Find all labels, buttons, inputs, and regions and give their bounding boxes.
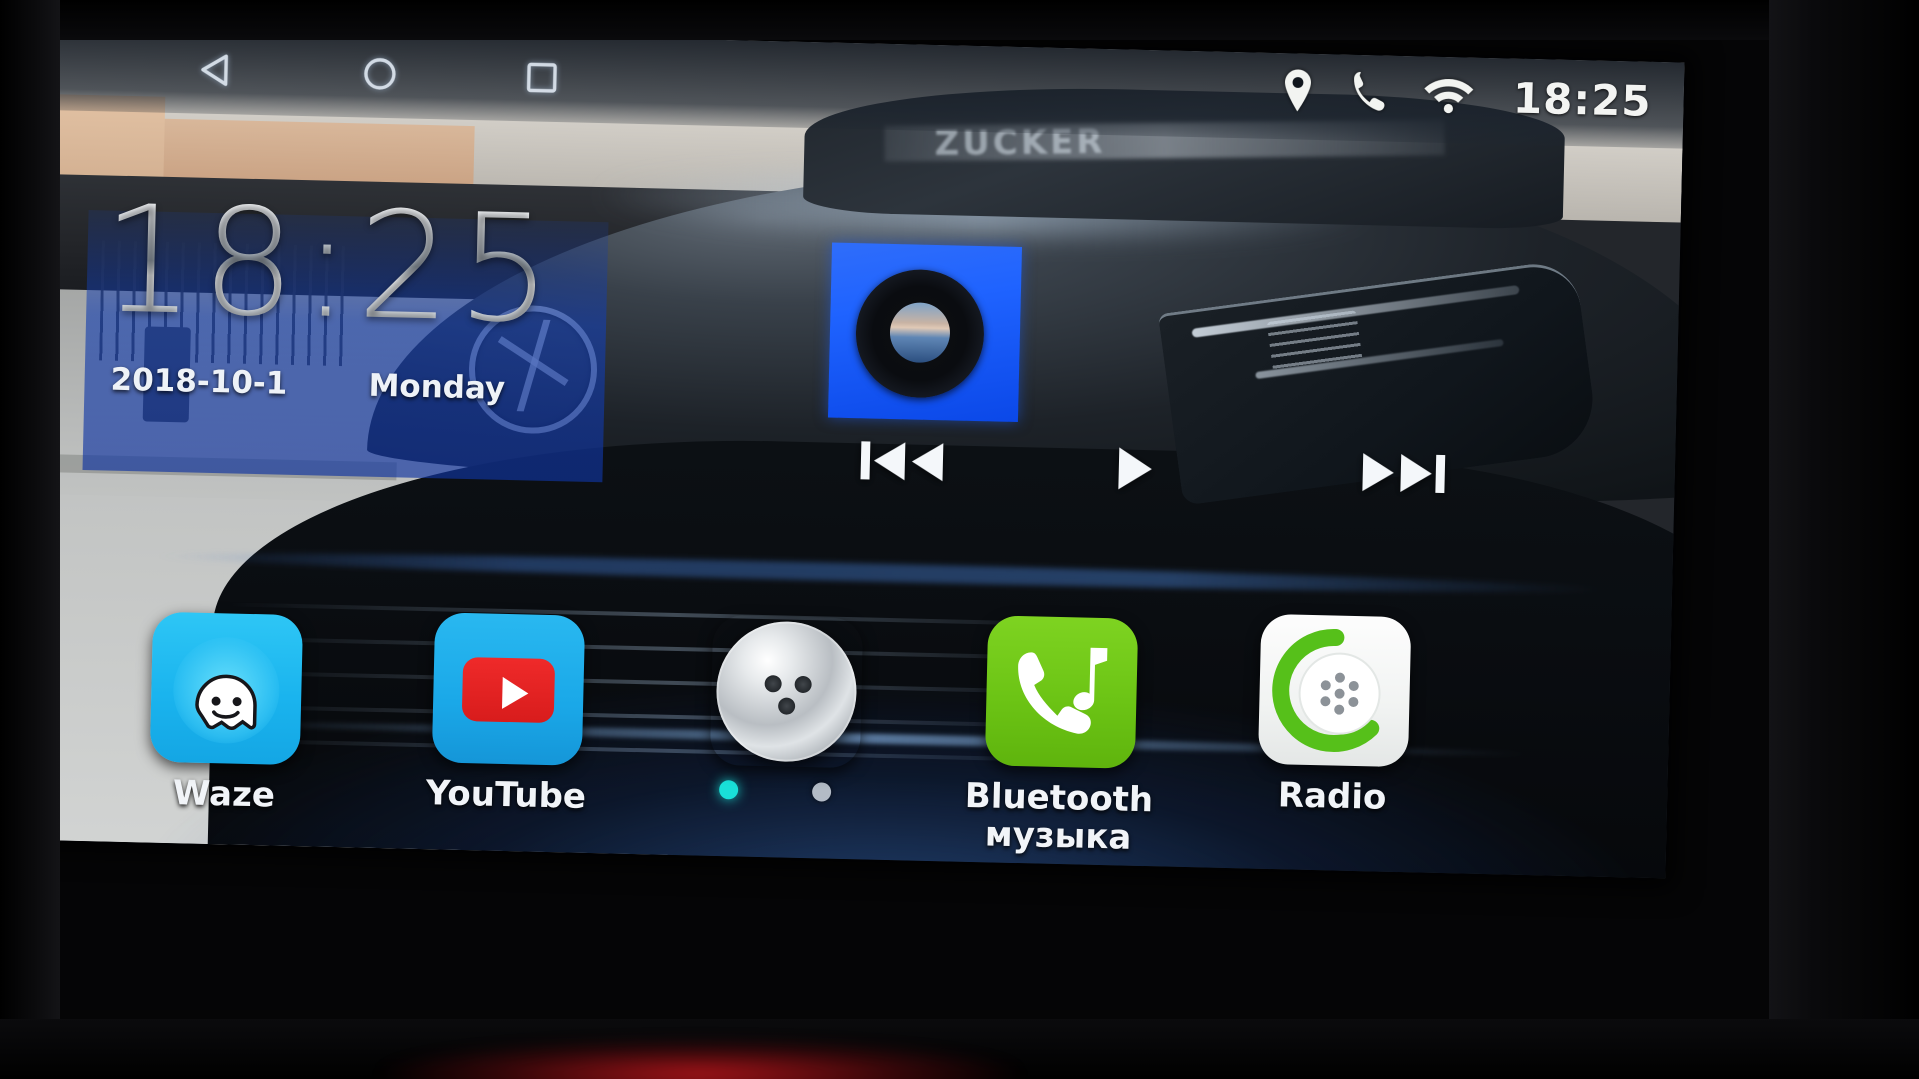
phone-music-note-icon — [984, 615, 1139, 769]
app-waze[interactable]: Waze — [128, 611, 323, 816]
status-icons: 18:25 — [1280, 67, 1652, 127]
location-icon — [1280, 67, 1315, 119]
app-drawer-disc-icon — [710, 615, 863, 768]
home-nav-button[interactable] — [357, 51, 402, 101]
bezel-right — [1769, 0, 1919, 1079]
app-bluetooth-music[interactable]: Bluetooth музыка — [963, 615, 1159, 858]
album-art[interactable] — [827, 242, 1023, 422]
app-youtube[interactable]: YouTube — [411, 612, 606, 817]
navigation-bar — [195, 48, 564, 106]
app-label-waze: Waze — [172, 773, 276, 816]
clock-widget-weekday: Monday — [368, 367, 506, 407]
wifi-icon — [1422, 72, 1475, 120]
app-label-radio: Radio — [1277, 775, 1387, 818]
head-unit-screen: ZUCKER 18:25 18:25 2018-10-1 Monday Waze… — [27, 24, 1685, 879]
waze-icon — [149, 611, 304, 766]
next-track-button[interactable] — [1356, 448, 1449, 503]
youtube-icon — [431, 612, 586, 766]
status-bar-clock: 18:25 — [1512, 73, 1653, 126]
back-nav-button[interactable] — [195, 48, 240, 98]
app-radio[interactable]: Radio — [1237, 613, 1432, 818]
recents-nav-button[interactable] — [519, 55, 564, 105]
vinyl-center-image — [889, 301, 951, 364]
app-dock: Waze YouTube Bluetooth музыка Radio — [28, 599, 1671, 879]
app-label-youtube: YouTube — [425, 773, 587, 817]
clock-widget-date: 2018-10-1 — [110, 361, 288, 402]
app-drawer[interactable] — [689, 614, 883, 780]
bezel-top — [0, 0, 1919, 40]
brand-glow — [380, 1039, 1020, 1079]
phone-icon — [1348, 69, 1389, 121]
radio-dial-icon — [1257, 613, 1412, 768]
app-label-drawer — [689, 776, 879, 780]
head-unit-photo: ZUCKER 18:25 18:25 2018-10-1 Monday Waze… — [0, 0, 1919, 1079]
vinyl-record-icon — [854, 268, 986, 400]
app-label-bluetooth: Bluetooth — [964, 775, 1154, 821]
app-label-bluetooth-line2: музыка — [984, 814, 1132, 858]
play-button[interactable] — [1106, 442, 1159, 500]
bezel-left — [0, 0, 60, 1079]
clock-widget-time: 18:25 — [99, 173, 560, 357]
media-player-widget — [676, 224, 1562, 505]
previous-track-button[interactable] — [856, 436, 949, 491]
